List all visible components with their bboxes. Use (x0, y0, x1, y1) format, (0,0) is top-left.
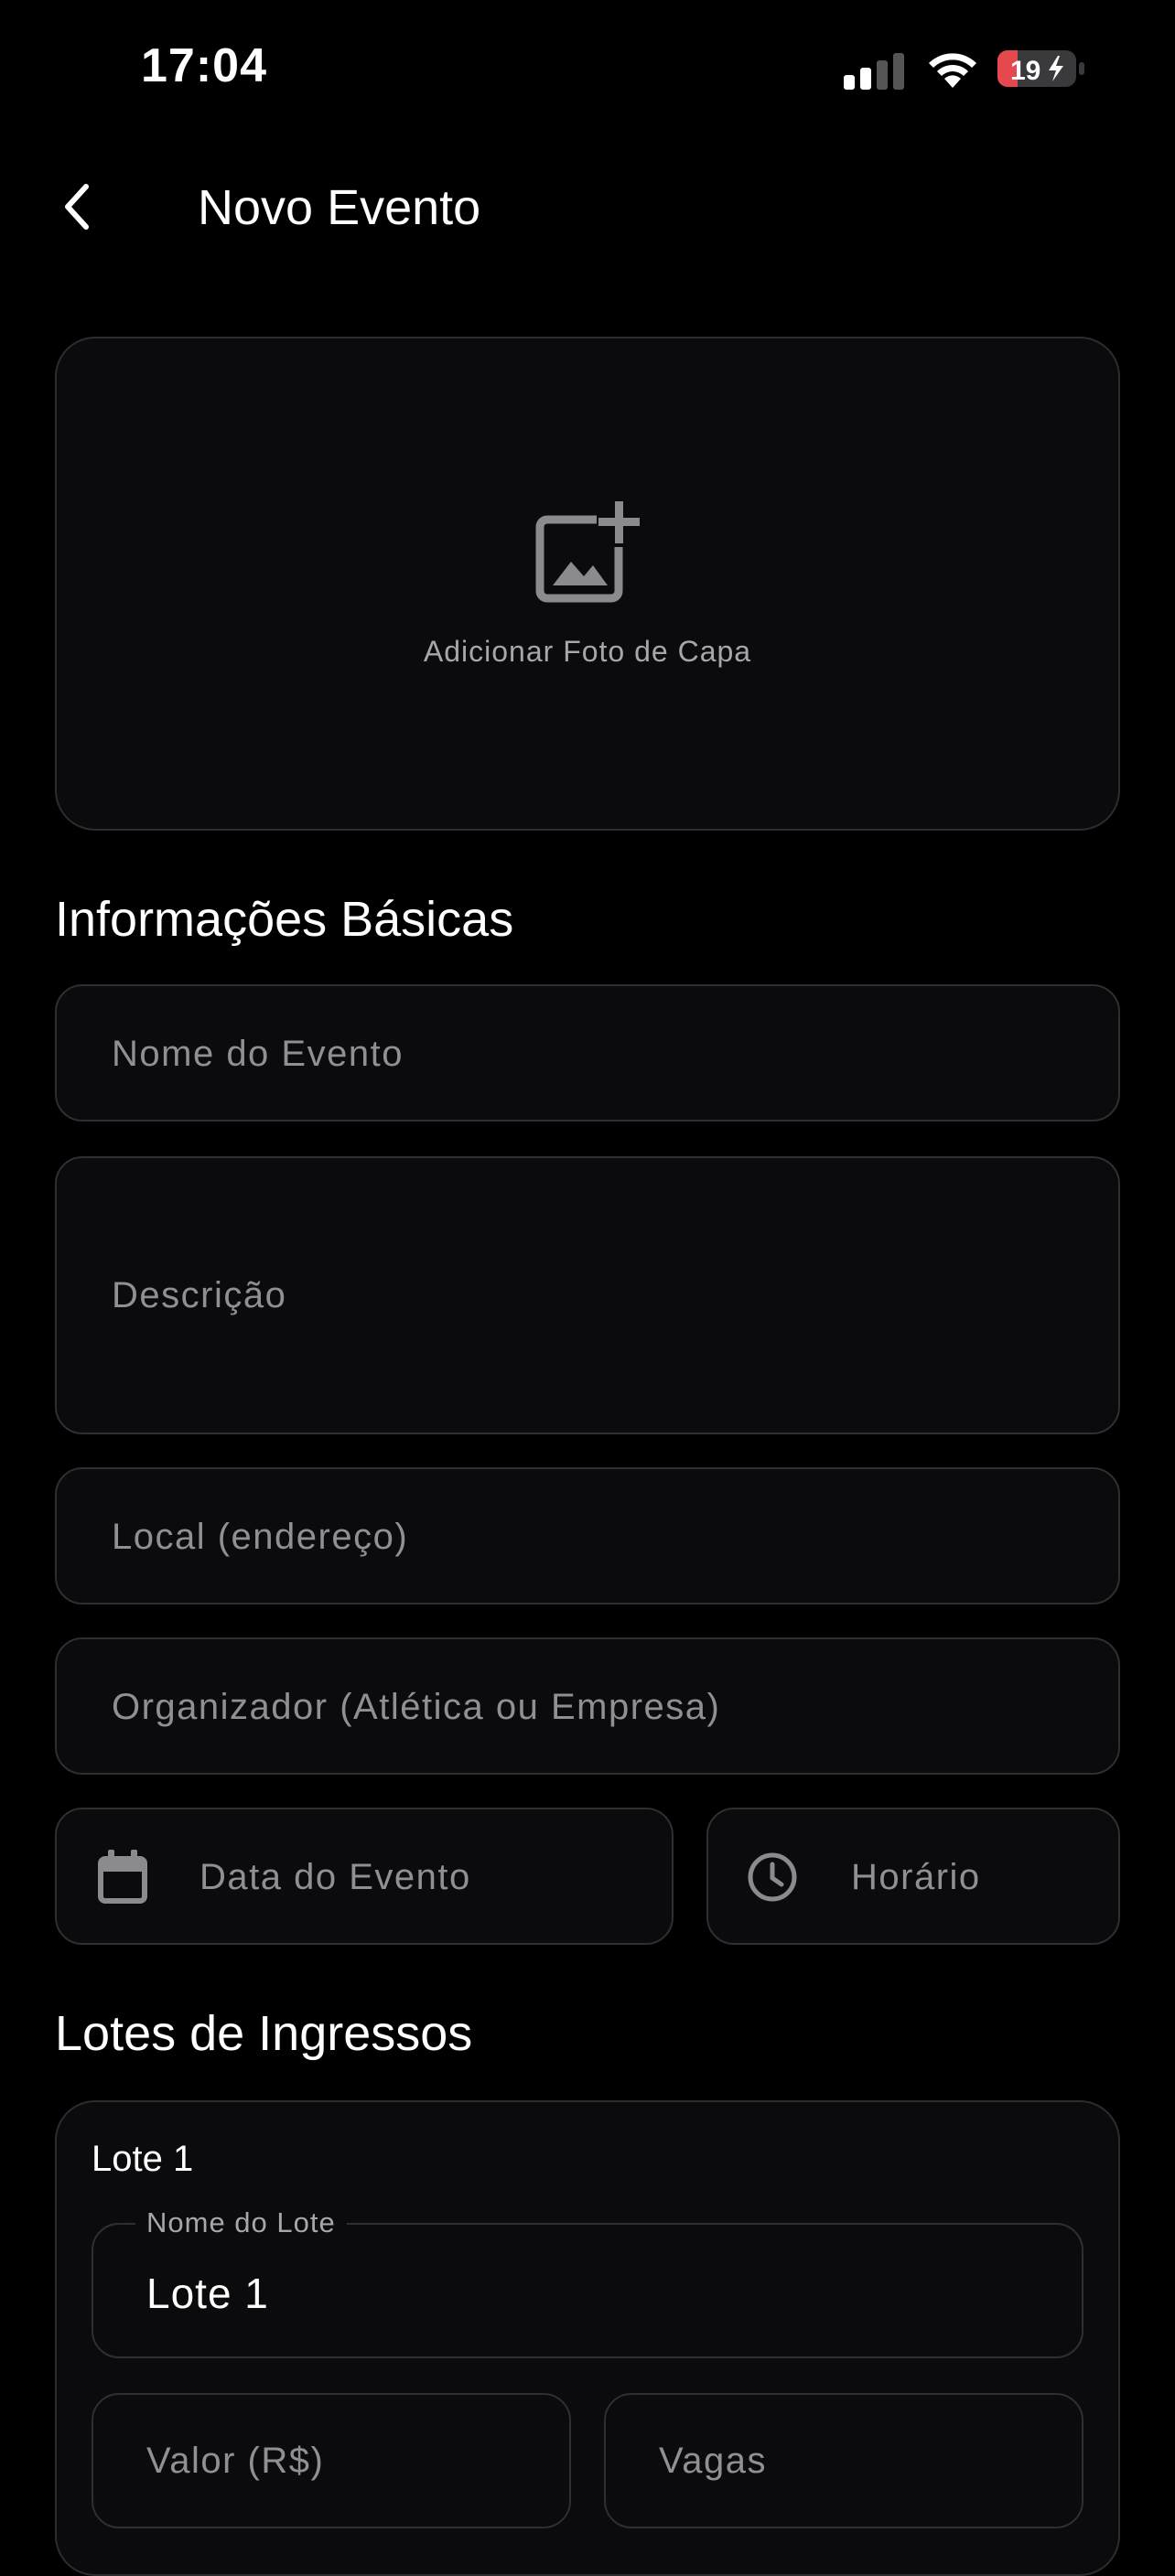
lot-price-placeholder: Valor (R$) (146, 2441, 325, 2481)
lot-price-input[interactable]: Valor (R$) (92, 2393, 571, 2528)
lot-name-input[interactable]: Lote 1 (92, 2223, 1083, 2358)
lot-slots-input[interactable]: Vagas (604, 2393, 1083, 2528)
clock-icon (748, 1852, 797, 1902)
description-input[interactable]: Descrição (55, 1156, 1120, 1434)
description-placeholder: Descrição (112, 1275, 287, 1315)
cellular-signal-icon (844, 53, 908, 91)
event-time-input[interactable]: Horário (706, 1808, 1120, 1945)
status-time: 17:04 (141, 39, 267, 92)
back-button[interactable] (51, 176, 102, 238)
section-title-tickets: Lotes de Ingressos (55, 2006, 473, 2061)
location-input[interactable]: Local (endereço) (55, 1467, 1120, 1605)
event-time-placeholder: Horário (851, 1857, 981, 1897)
section-title-basic-info: Informações Básicas (55, 892, 514, 947)
battery-level: 19 (1010, 56, 1040, 86)
event-name-placeholder: Nome do Evento (112, 1034, 404, 1074)
lot-slots-placeholder: Vagas (659, 2441, 767, 2481)
location-placeholder: Local (endereço) (112, 1517, 409, 1557)
event-date-placeholder: Data do Evento (199, 1857, 471, 1897)
add-cover-photo-label: Adicionar Foto de Capa (423, 635, 752, 668)
organizer-input[interactable]: Organizador (Atlética ou Empresa) (55, 1637, 1120, 1775)
page-title: Novo Evento (198, 180, 481, 235)
event-name-input[interactable]: Nome do Evento (55, 984, 1120, 1122)
organizer-placeholder: Organizador (Atlética ou Empresa) (112, 1687, 721, 1727)
lot-name-value: Lote 1 (146, 2270, 269, 2317)
add-photo-icon (534, 501, 641, 604)
ticket-lot-title: Lote 1 (92, 2139, 194, 2179)
battery-icon: 19 (997, 48, 1085, 89)
event-date-input[interactable]: Data do Evento (55, 1808, 674, 1945)
wifi-icon (924, 48, 981, 90)
chevron-left-icon (65, 184, 89, 230)
calendar-icon (98, 1850, 147, 1904)
lot-name-label: Nome do Lote (135, 2206, 347, 2239)
